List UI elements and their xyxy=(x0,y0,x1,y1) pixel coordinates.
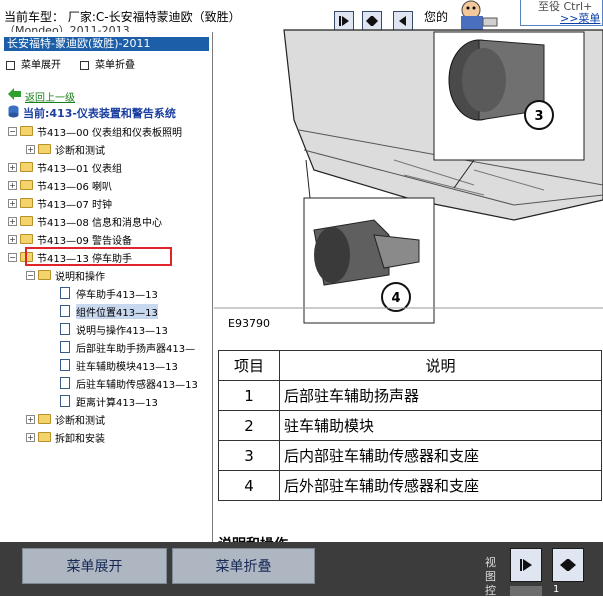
back-arrow-icon xyxy=(8,88,21,100)
model-title-bar: 长安福特-蒙迪欧(致胜)-2011 xyxy=(4,37,209,51)
table-row: 2 驻车辅助模块 xyxy=(218,410,602,441)
tree-item-description-operation[interactable]: − 说明和操作 xyxy=(26,267,105,283)
expand-toggle-icon[interactable]: + xyxy=(8,198,17,208)
document-icon xyxy=(60,305,70,317)
expand-toggle-icon[interactable]: + xyxy=(26,144,35,154)
folder-icon xyxy=(20,180,33,190)
view-control-label: 视图控 xyxy=(485,556,496,597)
legend-table: 项目 说明 1 后部驻车辅助扬声器 2 驻车辅助模块 3 后内部驻车辅助传感器和支座 … xyxy=(218,350,602,501)
expand-toggle-icon[interactable]: + xyxy=(8,234,17,244)
figure-id: E93790 xyxy=(228,317,270,330)
expand-menu-button[interactable]: 菜单展开 xyxy=(22,548,167,584)
folder-icon xyxy=(38,432,51,442)
expand-toggle-icon[interactable]: + xyxy=(26,432,35,442)
table-row: 4 后外部驻车辅助传感器和支座 xyxy=(218,470,602,501)
tree-item-413-08[interactable]: + 节413—08 信息和消息中心 xyxy=(8,213,162,229)
arrow-right-icon xyxy=(520,559,532,571)
folder-icon xyxy=(20,234,33,244)
document-icon xyxy=(60,287,70,299)
folder-icon xyxy=(38,270,51,280)
tree-doc-component-location[interactable]: 组件位置413—13 xyxy=(60,303,158,319)
expand-toggle-icon[interactable]: + xyxy=(8,216,17,226)
tree-item-diagnostics-2[interactable]: + 诊断和测试 xyxy=(26,411,105,427)
table-row: 1 后部驻车辅助扬声器 xyxy=(218,380,602,411)
svg-text:3: 3 xyxy=(534,109,543,124)
document-icon xyxy=(60,323,70,335)
folder-icon xyxy=(38,144,51,154)
document-icon xyxy=(60,377,70,389)
collapse-square-icon xyxy=(80,60,89,70)
tree-doc-distance-calc[interactable]: 距离计算413—13 xyxy=(60,393,158,409)
view-small-text: 1 xyxy=(553,584,560,595)
legend-header-item: 项目 xyxy=(218,350,280,381)
tree-item-413-00[interactable]: − 节413—00 仪表组和仪表板照明 xyxy=(8,123,182,139)
tree-doc-rear-speaker[interactable]: 后部驻车助手扬声器413— xyxy=(60,339,195,355)
view-small-control[interactable] xyxy=(510,586,542,596)
document-icon xyxy=(60,395,70,407)
tree-collapse-label: 菜单折叠 xyxy=(95,60,135,71)
folder-icon xyxy=(38,414,51,424)
component-diagram: 3 4 xyxy=(214,29,603,324)
tree-doc-parking-aid[interactable]: 停车助手413—13 xyxy=(60,285,158,301)
tree-doc-description-operation[interactable]: 说明与操作413—13 xyxy=(60,321,168,337)
svg-text:4: 4 xyxy=(391,291,400,306)
document-icon xyxy=(60,341,70,353)
back-link[interactable]: 返回上一级 xyxy=(25,89,75,104)
tree-item-413-01[interactable]: + 节413—01 仪表组 xyxy=(8,159,122,175)
tree-item-413-09[interactable]: + 节413—09 警告设备 xyxy=(8,231,132,247)
view-split-button[interactable] xyxy=(552,548,584,582)
database-icon xyxy=(8,105,19,118)
tree-item-diagnostics[interactable]: + 诊断和测试 xyxy=(26,141,105,157)
legend-header-row: 项目 说明 xyxy=(218,350,602,381)
table-row: 3 后内部驻车辅助传感器和支座 xyxy=(218,440,602,471)
tree-collapse-link[interactable]: 菜单折叠 xyxy=(80,56,135,71)
expand-toggle-icon[interactable]: + xyxy=(8,162,17,172)
collapse-toggle-icon[interactable]: − xyxy=(8,252,17,262)
tree-doc-parking-module[interactable]: 驻车辅助模块413—13 xyxy=(60,357,178,373)
collapse-toggle-icon[interactable]: − xyxy=(8,126,17,136)
expand-toggle-icon[interactable]: + xyxy=(26,414,35,424)
tree-expand-link[interactable]: 菜单展开 xyxy=(6,56,61,71)
legend-header-desc: 说明 xyxy=(279,350,602,381)
document-icon xyxy=(60,359,70,371)
folder-icon xyxy=(20,162,33,172)
collapse-toggle-icon[interactable]: − xyxy=(26,270,35,280)
folder-icon xyxy=(20,198,33,208)
tree-expand-label: 菜单展开 xyxy=(21,60,61,71)
expand-toggle-icon[interactable]: + xyxy=(8,180,17,190)
expand-square-icon xyxy=(6,60,15,70)
tree-item-removal-installation[interactable]: + 拆卸和安装 xyxy=(26,429,105,445)
tree-item-413-07[interactable]: + 节413—07 时钟 xyxy=(8,195,112,211)
tree-doc-rear-sensor[interactable]: 后驻车辅助传感器413—13 xyxy=(60,375,198,391)
current-section-label: 当前:413-仪表装置和警告系统 xyxy=(23,107,176,120)
tree-item-413-06[interactable]: + 节413—06 喇叭 xyxy=(8,177,112,193)
folder-icon xyxy=(20,216,33,226)
view-right-button[interactable] xyxy=(510,548,542,582)
collapse-menu-button[interactable]: 菜单折叠 xyxy=(172,548,315,584)
highlight-box xyxy=(25,247,172,266)
folder-icon xyxy=(20,126,33,136)
split-arrows-icon xyxy=(560,559,576,571)
